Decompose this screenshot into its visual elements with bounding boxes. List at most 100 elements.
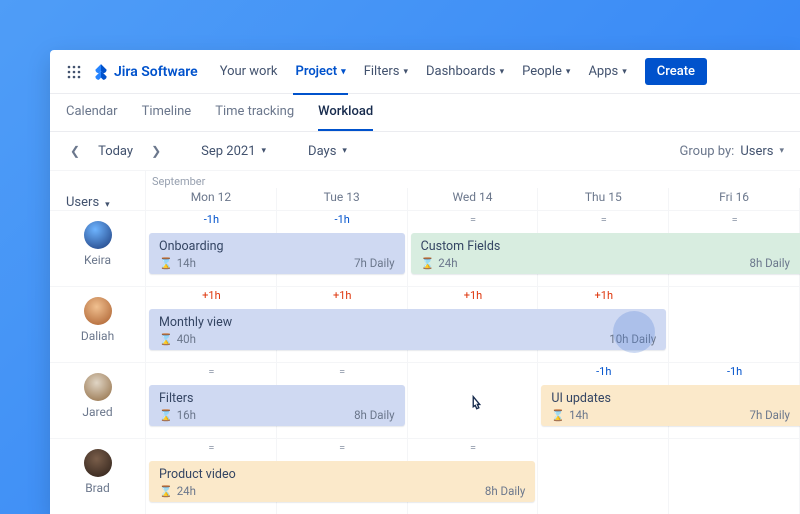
workload-grid: Users▾SeptemberMon 12Tue 13Wed 14Thu 15F… [50, 171, 800, 514]
user-cell[interactable]: Daliah [50, 287, 146, 363]
variance-label [408, 365, 539, 381]
hourglass-icon: ⌛ [159, 333, 173, 346]
month-label: September [146, 171, 800, 188]
chevron-down-icon: ▾ [500, 67, 505, 77]
variance-label: +1h [277, 289, 408, 305]
nav-your-work[interactable]: Your work [212, 58, 286, 85]
variance-label: = [408, 441, 539, 457]
task-title: UI updates [551, 391, 790, 408]
day-column-header: Tue 13 [277, 188, 408, 211]
nav-filters[interactable]: Filters▾ [356, 58, 416, 85]
user-cell[interactable]: Keira [50, 211, 146, 287]
avatar [84, 221, 112, 249]
chevron-down-icon: ▾ [403, 67, 408, 77]
user-row: +1h+1h+1h+1hMonthly view ⌛40h10h Daily [146, 287, 800, 363]
user-name: Keira [84, 253, 111, 267]
hourglass-icon: ⌛ [159, 485, 173, 498]
task-bar[interactable]: Custom Fields ⌛24h 8h Daily [411, 233, 800, 274]
task-hours: 24h [177, 484, 196, 498]
tab-time-tracking[interactable]: Time tracking [215, 104, 294, 131]
primary-nav: Your work Project▾ Filters▾ Dashboards▾ … [212, 58, 635, 85]
hourglass-icon: ⌛ [159, 409, 173, 422]
avatar [84, 297, 112, 325]
user-name: Jared [82, 405, 112, 419]
chevron-down-icon: ▾ [262, 146, 267, 156]
users-column-header[interactable]: Users▾ [50, 171, 146, 211]
variance-label: -1h [538, 365, 669, 381]
highlight-bubble [613, 311, 655, 353]
user-row: -1h-1h===Onboarding ⌛14h7h DailyCustom F… [146, 211, 800, 287]
task-bar[interactable]: Product video ⌛ 24h 8h Daily [149, 461, 535, 502]
task-hours: 40h [177, 332, 196, 346]
user-row: ==-1h-1hFilters ⌛16h8h DailyUI updates ⌛… [146, 363, 800, 439]
hourglass-icon: ⌛ [159, 257, 173, 270]
chevron-down-icon: ▾ [341, 67, 346, 77]
task-daily: 7h Daily [749, 408, 790, 422]
task-daily: 7h Daily [354, 256, 395, 270]
month-picker[interactable]: Sep 2021▾ [195, 144, 272, 159]
task-hours: 16h [177, 408, 196, 422]
variance-label: +1h [146, 289, 277, 305]
variance-label: = [146, 365, 277, 381]
today-button[interactable]: Today [94, 144, 137, 159]
tab-calendar[interactable]: Calendar [66, 104, 118, 131]
chevron-down-icon: ▾ [342, 146, 347, 156]
hourglass-icon: ⌛ [551, 409, 565, 422]
apps-waffle-icon[interactable] [66, 64, 82, 80]
task-title: Product video [159, 467, 525, 484]
variance-label: = [408, 213, 539, 229]
tab-workload[interactable]: Workload [318, 104, 373, 131]
chevron-down-icon: ▾ [566, 67, 571, 77]
task-bar[interactable]: Monthly view ⌛40h10h Daily [149, 309, 666, 350]
task-title: Custom Fields [421, 239, 790, 256]
task-bar[interactable]: Filters ⌛ 16h 8h Daily [149, 385, 405, 426]
day-column-header: Wed 14 [408, 188, 539, 211]
prev-period-button[interactable]: ❮ [66, 142, 84, 160]
hourglass-icon: ⌛ [421, 257, 435, 270]
variance-label: = [538, 213, 669, 229]
variance-label [669, 441, 800, 457]
day-column-header: Mon 12 [146, 188, 277, 211]
chevron-down-icon: ▾ [622, 67, 627, 77]
variance-label [669, 289, 800, 305]
app-window: Jira Software Your work Project▾ Filters… [50, 50, 800, 514]
day-column-header: Fri 16 [669, 188, 800, 211]
toolbar: ❮ Today ❯ Sep 2021▾ Days▾ Group by: User… [50, 132, 800, 171]
jira-icon [92, 63, 110, 81]
task-daily: 8h Daily [485, 484, 526, 498]
next-period-button[interactable]: ❯ [147, 142, 165, 160]
nav-people[interactable]: People▾ [514, 58, 578, 85]
user-cell[interactable]: Jared [50, 363, 146, 439]
task-bar[interactable]: Onboarding ⌛14h7h Daily [149, 233, 405, 274]
variance-label: = [146, 441, 277, 457]
task-title: Filters [159, 391, 395, 408]
task-title: Onboarding [159, 239, 395, 256]
variance-label: -1h [277, 213, 408, 229]
variance-label: = [277, 441, 408, 457]
avatar [84, 449, 112, 477]
task-hours: 14h [569, 408, 588, 422]
variance-label: +1h [538, 289, 669, 305]
nav-project[interactable]: Project▾ [287, 58, 353, 85]
task-daily: 8h Daily [749, 256, 790, 270]
variance-label: -1h [146, 213, 277, 229]
tab-timeline[interactable]: Timeline [142, 104, 192, 131]
create-button[interactable]: Create [645, 58, 707, 85]
user-row: ===Product video ⌛24h8h Daily [146, 439, 800, 514]
task-title: Monthly view [159, 315, 656, 332]
user-cell[interactable]: Brad [50, 439, 146, 514]
user-name: Daliah [81, 329, 114, 343]
unit-picker[interactable]: Days▾ [302, 144, 353, 159]
nav-dashboards[interactable]: Dashboards▾ [418, 58, 512, 85]
brand-name: Jira Software [114, 64, 198, 80]
task-bar[interactable]: UI updates ⌛ 14h 7h Daily [541, 385, 800, 426]
task-daily: 8h Daily [354, 408, 395, 422]
group-by-picker[interactable]: Group by: Users ▾ [680, 144, 784, 159]
chevron-down-icon: ▾ [105, 200, 110, 210]
nav-apps[interactable]: Apps▾ [580, 58, 634, 85]
user-name: Brad [85, 481, 110, 495]
task-hours: 24h [438, 256, 457, 270]
avatar [84, 373, 112, 401]
topbar: Jira Software Your work Project▾ Filters… [50, 50, 800, 94]
brand-logo[interactable]: Jira Software [92, 63, 198, 81]
